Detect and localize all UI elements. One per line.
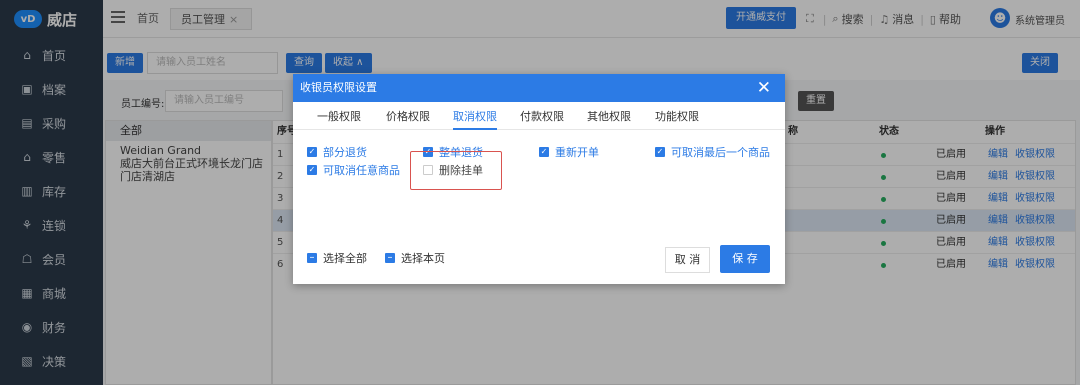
checkbox-label: 可取消任意商品	[323, 164, 400, 177]
checkbox-reopen-order[interactable]: ✓ 重新开单	[539, 145, 599, 159]
checkbox-cancel-last-item[interactable]: ✓ 可取消最后一个商品	[655, 145, 770, 159]
checkbox-label: 重新开单	[555, 146, 599, 159]
checkbox-indeterminate-icon: –	[385, 253, 395, 263]
tab-price-permission[interactable]: 价格权限	[386, 102, 430, 130]
tab-other-permission[interactable]: 其他权限	[587, 102, 631, 130]
checkbox-checked-icon: ✓	[539, 147, 549, 157]
checkbox-checked-icon: ✓	[655, 147, 665, 157]
checkbox-checked-icon: ✓	[307, 147, 317, 157]
tab-cancel-permission[interactable]: 取消权限	[453, 102, 497, 130]
checkbox-cancel-any-item[interactable]: ✓ 可取消任意商品	[307, 163, 400, 177]
highlight-frame	[410, 151, 502, 190]
cashier-permission-dialog: 收银员权限设置 ✕ 一般权限 价格权限 取消权限 付款权限 其他权限 功能权限 …	[293, 74, 785, 284]
tab-general-permission[interactable]: 一般权限	[317, 102, 361, 130]
tab-payment-permission[interactable]: 付款权限	[520, 102, 564, 130]
cancel-button[interactable]: 取 消	[665, 247, 710, 273]
save-button[interactable]: 保 存	[720, 245, 770, 273]
checkbox-partial-return[interactable]: ✓ 部分退货	[307, 145, 367, 159]
close-icon[interactable]: ✕	[757, 77, 771, 99]
select-all-checkbox[interactable]: – 选择全部	[307, 251, 367, 265]
select-page-checkbox[interactable]: – 选择本页	[385, 251, 445, 265]
checkbox-label: 可取消最后一个商品	[671, 146, 770, 159]
checkbox-checked-icon: ✓	[307, 165, 317, 175]
checkbox-indeterminate-icon: –	[307, 253, 317, 263]
checkbox-label: 部分退货	[323, 146, 367, 159]
dialog-title: 收银员权限设置	[293, 74, 785, 102]
checkbox-label: 选择全部	[323, 252, 367, 265]
checkbox-label: 选择本页	[401, 252, 445, 265]
tab-function-permission[interactable]: 功能权限	[655, 102, 699, 130]
permission-tabs: 一般权限 价格权限 取消权限 付款权限 其他权限 功能权限	[293, 102, 785, 130]
